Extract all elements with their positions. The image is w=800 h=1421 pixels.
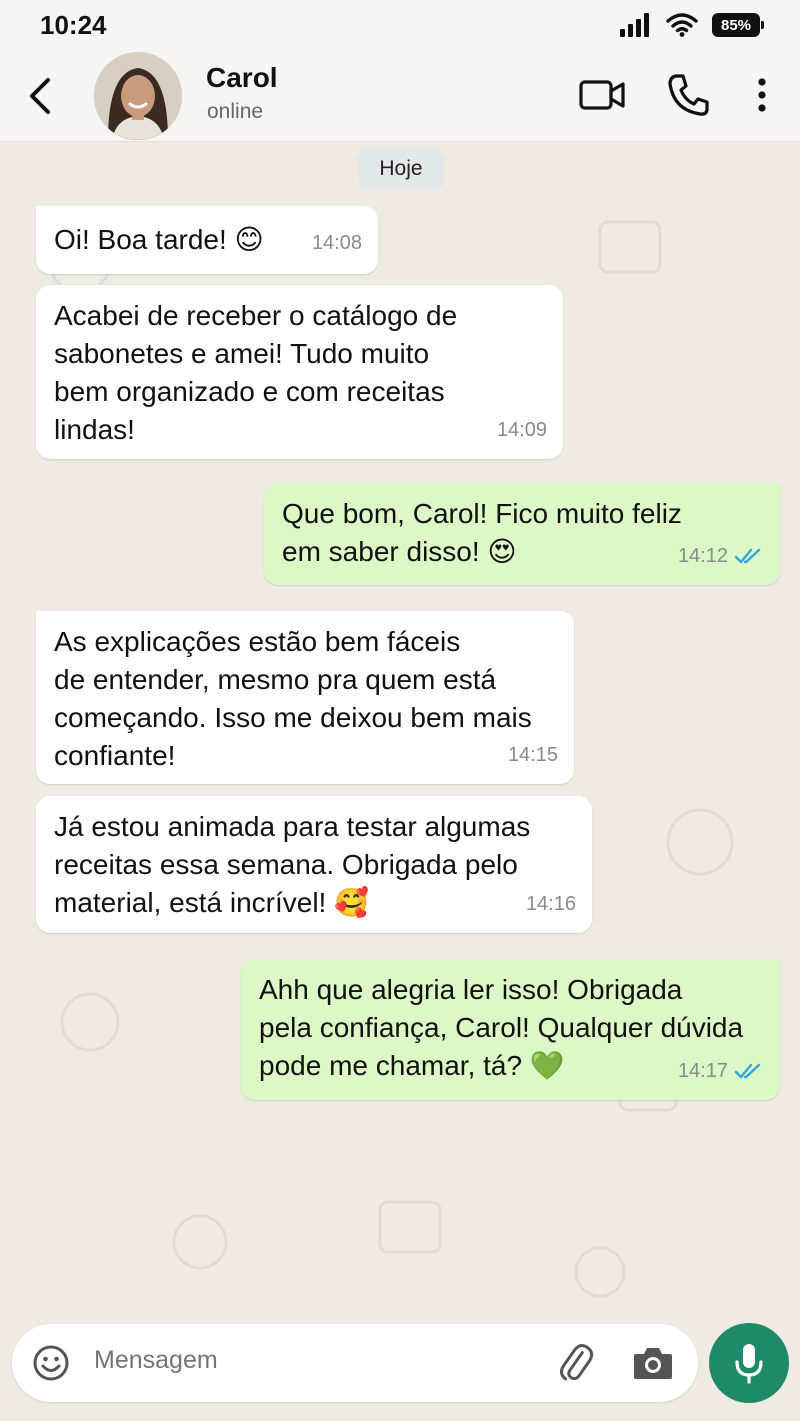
message-text: As explicações estão bem fáceis de enten…	[54, 626, 532, 771]
message-input[interactable]	[94, 1346, 534, 1375]
status-time: 10:24	[40, 10, 107, 40]
message-bubble-incoming[interactable]: Acabei de receber o catálogo de sabonete…	[36, 285, 563, 459]
signal-icon	[620, 13, 649, 37]
avatar[interactable]	[94, 52, 182, 140]
message-bubble-incoming[interactable]: Já estou animada para testar algumas rec…	[36, 796, 592, 933]
smiling-face-hearts-emoji: 🥰	[334, 886, 369, 919]
message-text: Já estou animada para testar algumas rec…	[54, 808, 530, 922]
message-text-content: Oi! Boa tarde!	[54, 224, 235, 255]
message-text: Ahh que alegria ler isso! Obrigada pela …	[259, 971, 743, 1085]
double-check-icon	[734, 548, 761, 564]
double-check-icon	[734, 1063, 761, 1079]
chat-header: Carol online	[0, 52, 800, 142]
message-time: 14:16	[525, 893, 576, 915]
smiling-face-emoji: 😊	[234, 223, 264, 256]
avatar-photo	[94, 52, 182, 140]
message-time: 14:17	[677, 1060, 728, 1082]
status-icons: 85%	[620, 13, 764, 37]
message-bubble-incoming[interactable]: As explicações estão bem fáceis de enten…	[36, 611, 574, 784]
emoji-icon[interactable]	[32, 1344, 70, 1382]
back-arrow-icon[interactable]	[22, 72, 62, 120]
message-time: 14:09	[496, 419, 547, 441]
message-text: Oi! Boa tarde! 😊	[54, 221, 264, 259]
date-separator: Hoje	[358, 149, 444, 189]
message-text-content: Já estou animada para testar algumas rec…	[54, 811, 531, 918]
message-composer	[12, 1324, 698, 1402]
message-text-content: Ahh que alegria ler isso! Obrigada pela …	[259, 974, 744, 1081]
camera-icon[interactable]	[632, 1344, 674, 1382]
battery-indicator: 85%	[712, 13, 764, 37]
message-text: Acabei de receber o catálogo de sabonete…	[54, 300, 458, 445]
message-bubble-outgoing[interactable]: Ahh que alegria ler isso! Obrigada pela …	[241, 959, 780, 1100]
heart-eyes-emoji: 😍	[487, 535, 517, 568]
contact-name[interactable]: Carol	[206, 62, 278, 94]
contact-status: online	[207, 100, 264, 123]
message-time: 14:12	[677, 545, 728, 567]
wifi-icon	[666, 13, 698, 37]
message-time: 14:15	[507, 744, 558, 766]
message-time: 14:08	[311, 232, 362, 254]
phone-icon[interactable]	[666, 72, 710, 118]
video-call-icon[interactable]	[578, 74, 626, 116]
message-bubble-outgoing[interactable]: Que bom, Carol! Fico muito feliz em sabe…	[264, 483, 780, 585]
mic-icon	[735, 1344, 763, 1384]
attach-icon[interactable]	[554, 1342, 596, 1384]
message-text-content: Que bom, Carol! Fico muito feliz em sabe…	[282, 498, 682, 567]
message-bubble-incoming[interactable]: Oi! Boa tarde! 😊 14:08	[36, 206, 378, 274]
message-text: Que bom, Carol! Fico muito feliz em sabe…	[282, 495, 682, 571]
status-bar: 10:24 85%	[0, 0, 800, 52]
voice-message-button[interactable]	[709, 1323, 789, 1403]
green-heart-emoji: 💚	[529, 1049, 565, 1082]
more-vertical-icon[interactable]	[752, 76, 772, 116]
